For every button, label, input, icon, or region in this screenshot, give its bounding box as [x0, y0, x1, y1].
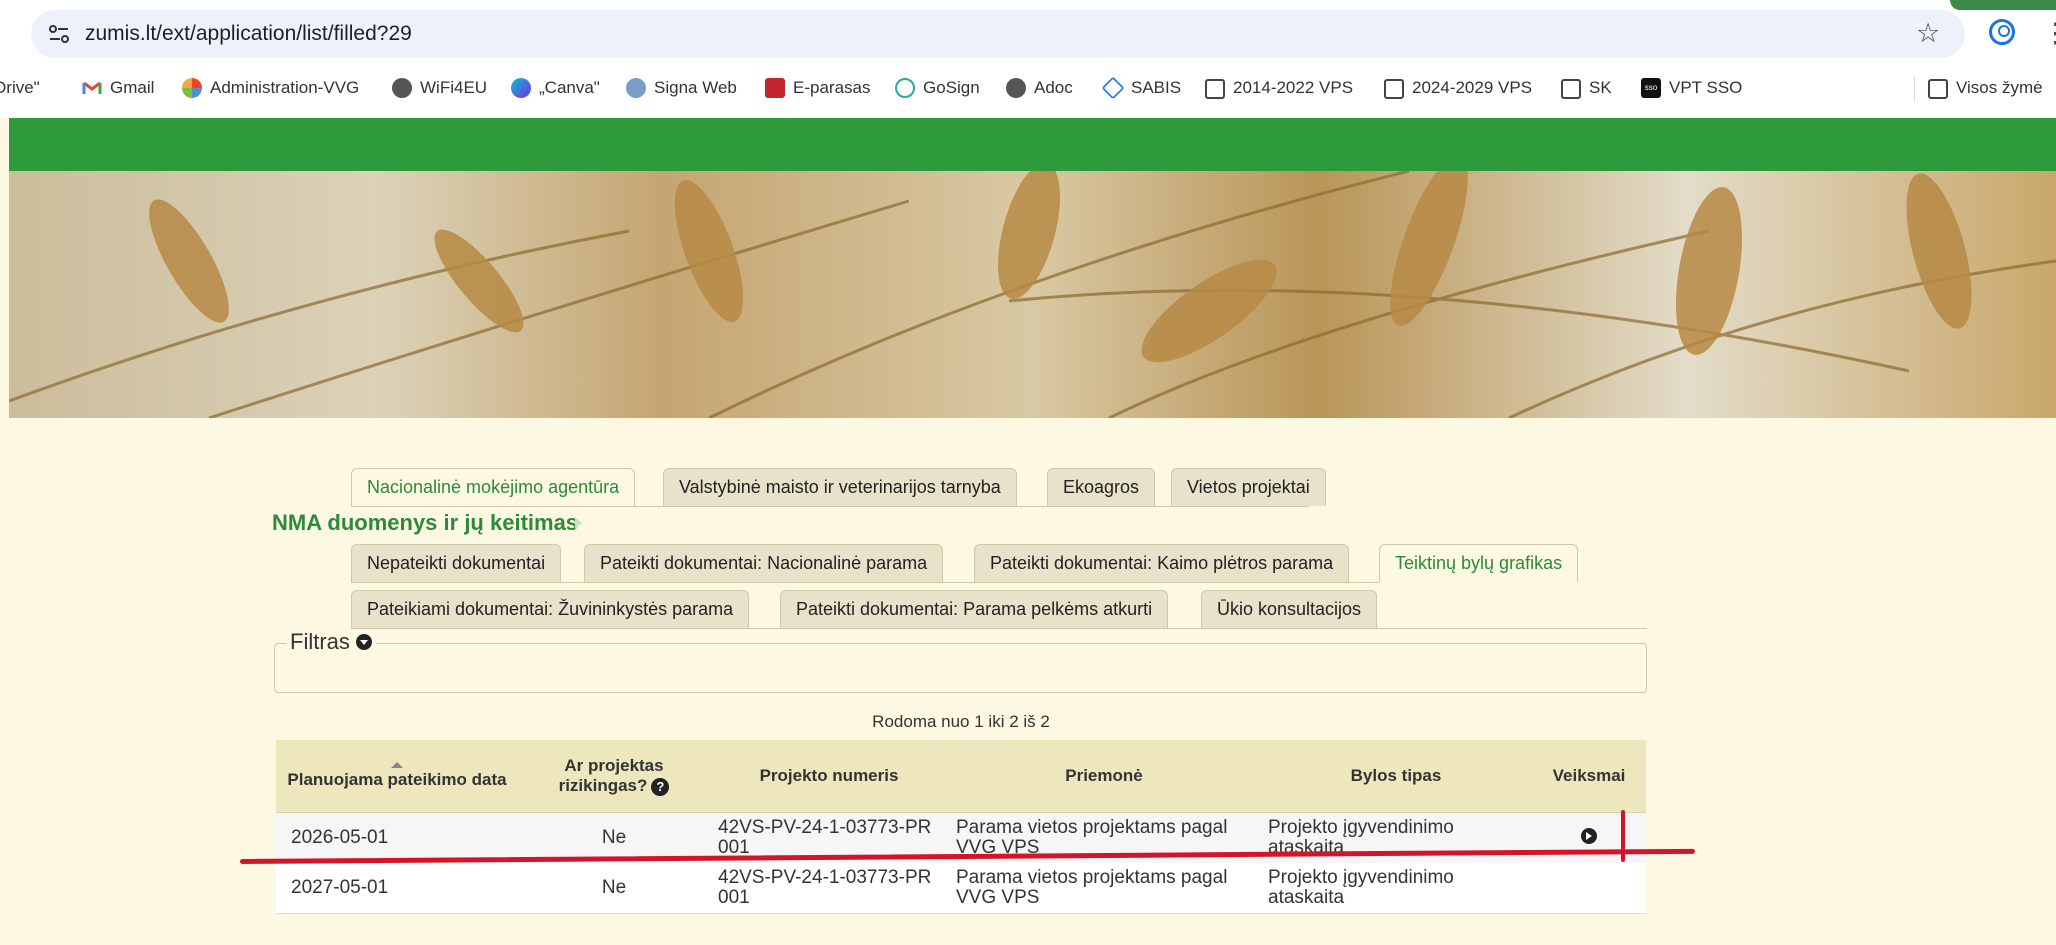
column-actions: Veiksmai [1532, 740, 1646, 813]
globe-icon [392, 78, 412, 98]
cell-date: 2026-05-01 [276, 812, 518, 863]
cell-measure: Parama vietos projektams pagal VVG VPS [948, 863, 1260, 914]
table-header-row: Planuojama pateikimo data Ar projektas r… [276, 740, 1646, 813]
bookmark-adoc[interactable]: Adoc [1006, 72, 1073, 104]
all-bookmarks[interactable]: Visos žymė [1928, 72, 2043, 104]
tab-ekoagros[interactable]: Ekoagros [1047, 468, 1156, 506]
filter-fieldset [274, 643, 1647, 693]
folder-icon [1384, 79, 1404, 99]
gosign-icon [895, 78, 915, 98]
folder-icon [1205, 79, 1225, 99]
bookmark-folder-2014-2022-vps[interactable]: 2014-2022 VPS [1205, 72, 1353, 104]
sso-icon: sso [1641, 78, 1661, 98]
bookmark-canva[interactable]: „Canva" [511, 72, 600, 104]
cell-file-type: Projekto įgyvendinimo ataskaita [1260, 863, 1532, 914]
bookmark-vpt-sso[interactable]: sso VPT SSO [1641, 72, 1742, 104]
bookmarks-separator [1914, 76, 1915, 102]
column-project-number: Projekto numeris [710, 740, 948, 813]
globe-icon [1006, 78, 1026, 98]
column-measure: Priemonė [948, 740, 1260, 813]
bookmark-e-parasas[interactable]: E-parasas [765, 72, 870, 104]
bookmark-gosign[interactable]: GoSign [895, 72, 980, 104]
bookmarks-bar: Drive" Gmail Administration-VVG WiFi4EU … [0, 72, 2056, 104]
column-risky: Ar projektas rizikingas?? [518, 740, 710, 813]
tabs-top-baseline [351, 506, 1309, 507]
tab-pateikti-kaimo-pletros-parama[interactable]: Pateikti dokumentai: Kaimo plėtros param… [974, 544, 1350, 582]
submission-schedule-table: Planuojama pateikimo data Ar projektas r… [276, 740, 1646, 914]
bookmark-administration-vvg[interactable]: Administration-VVG [182, 72, 359, 104]
tab-teiktinu-bylu-grafikas[interactable]: Teiktinų bylų grafikas [1379, 544, 1579, 582]
tab-vietos-projektai[interactable]: Vietos projektai [1171, 468, 1326, 506]
tabs-row1-baseline [351, 582, 1379, 583]
site-settings-icon[interactable] [46, 21, 72, 47]
bookmark-wifi4eu[interactable]: WiFi4EU [392, 72, 487, 104]
canva-icon [511, 78, 531, 98]
browser-chrome: zumis.lt/ext/application/list/filled?29 … [0, 0, 2056, 118]
gmail-icon [82, 81, 102, 94]
bookmark-star-icon[interactable]: ☆ [1916, 18, 1940, 48]
folder-icon [1928, 79, 1948, 99]
tab-pateikti-nacionaline-parama[interactable]: Pateikti dokumentai: Nacionalinė parama [584, 544, 944, 582]
joomla-icon [182, 78, 202, 98]
bookmark-signa-web[interactable]: Signa Web [626, 72, 737, 104]
tab-nepateikti-dokumentai[interactable]: Nepateikti dokumentai [351, 544, 562, 582]
open-arrow-icon[interactable] [1581, 827, 1597, 844]
bookmark-folder-2024-2029-vps[interactable]: 2024-2029 VPS [1384, 72, 1532, 104]
site-header-band [9, 118, 2056, 171]
column-file-type: Bylos tipas [1260, 740, 1532, 813]
tab-vmvt[interactable]: Valstybinė maisto ir veterinarijos tarny… [663, 468, 1017, 506]
tab-pateikiami-zuvininkystes-parama[interactable]: Pateikiami dokumentai: Žuvininkystės par… [351, 590, 750, 628]
sort-asc-icon [391, 762, 403, 768]
signa-icon [626, 78, 646, 98]
table-row: 2027-05-01 Ne 42VS-PV-24-1-03773-PR001 P… [276, 863, 1646, 914]
bookmark-drive[interactable]: Drive" [0, 72, 40, 104]
section-title: NMA duomenys ir jų keitimas [272, 510, 579, 535]
tab-nacionaline-mokejimo-agentura[interactable]: Nacionalinė mokėjimo agentūra [351, 468, 636, 506]
filter-legend[interactable]: Filtras [286, 629, 376, 655]
menu-kebab-icon[interactable]: ⋮ [2042, 18, 2056, 48]
red-vertical-annotation [1621, 810, 1625, 862]
tabs-row2-baseline [351, 628, 1647, 629]
column-planned-date[interactable]: Planuojama pateikimo data [276, 740, 518, 813]
filter-expand-icon[interactable] [355, 634, 372, 650]
cell-project-number: 42VS-PV-24-1-03773-PR001 [710, 863, 948, 914]
e-parasas-icon [765, 78, 785, 98]
main-content: Nacionalinė mokėjimo agentūra Valstybinė… [0, 418, 2056, 945]
tab-pateikti-parama-pelkems-atkurti[interactable]: Pateikti dokumentai: Parama pelkėms atku… [780, 590, 1169, 628]
profile-icon[interactable] [1989, 19, 2015, 45]
pagination-info: Rodoma nuo 1 iki 2 iš 2 [872, 712, 1050, 731]
cell-date: 2027-05-01 [276, 863, 518, 914]
cell-actions [1532, 812, 1646, 863]
wheat-illustration [9, 171, 2056, 418]
expand-arrow-icon [575, 517, 582, 529]
url-text[interactable]: zumis.lt/ext/application/list/filled?29 [85, 19, 412, 49]
bookmark-gmail[interactable]: Gmail [82, 72, 154, 104]
folder-icon [1561, 79, 1581, 99]
bookmark-folder-sk[interactable]: SK [1561, 72, 1612, 104]
help-icon[interactable]: ? [651, 777, 670, 796]
wheat-banner-image [9, 171, 2056, 418]
tab-ukio-konsultacijos[interactable]: Ūkio konsultacijos [1201, 590, 1378, 628]
browser-tab-corner [1950, 0, 2056, 10]
filter-label: Filtras [290, 629, 350, 654]
cell-actions [1532, 863, 1646, 914]
sabis-icon [1101, 76, 1125, 100]
cell-risky: Ne [518, 863, 710, 914]
bookmark-sabis[interactable]: SABIS [1101, 72, 1181, 104]
